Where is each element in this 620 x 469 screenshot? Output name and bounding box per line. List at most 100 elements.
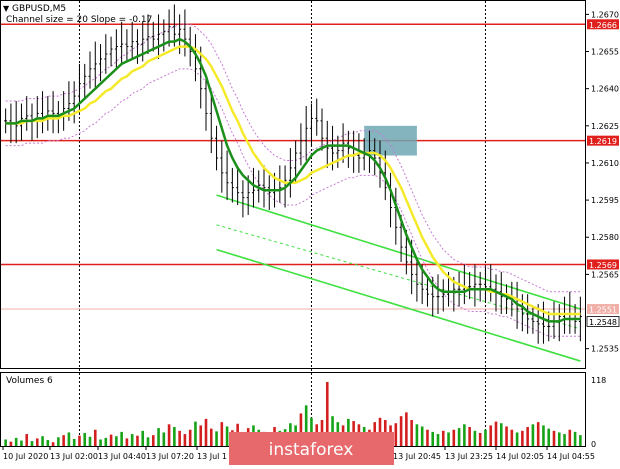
volume-bar-15	[83, 432, 87, 446]
volume-bar-38	[204, 418, 208, 446]
volume-bar-84	[447, 432, 450, 446]
volume-bar-18	[99, 439, 102, 446]
volume-bar-8	[46, 440, 50, 446]
volume-bar-1	[9, 441, 13, 446]
volume-bar-29	[157, 428, 160, 446]
volume-bar-76	[405, 412, 408, 446]
volume-tick-label-1: 0	[591, 440, 596, 449]
x-tick-label-5: 13 Jul 20:45	[393, 452, 441, 461]
volume-bar-42	[225, 426, 229, 446]
volume-bar-104	[552, 430, 556, 446]
volume-bar-98	[521, 430, 524, 446]
volume-bar-9	[51, 442, 55, 446]
volume-bar-2	[14, 437, 18, 446]
volume-bar-105	[557, 432, 561, 446]
volume-bar-97	[515, 432, 519, 446]
volume-bar-7	[41, 436, 44, 446]
volume-bar-41	[220, 422, 224, 446]
volume-bar-99	[526, 427, 529, 446]
volume-bar-25	[136, 435, 139, 446]
volume-bar-20	[109, 434, 113, 446]
volume-bar-81	[431, 431, 435, 446]
x-tick-label-2: 13 Jul 04:40	[98, 452, 146, 461]
y-tick-label-8: 1.2535	[591, 345, 619, 354]
x-tick-label-3: 13 Jul 07:20	[146, 452, 194, 461]
volume-bar-100	[531, 424, 535, 446]
volume-bar-13	[72, 438, 76, 446]
volume-bar-78	[415, 424, 419, 446]
chart-canvas: 1.2666 1.2619 1.2569 1.2670 1.2655 1.2640 1.26…	[0, 0, 620, 465]
y-tick-label-3: 1.2625	[591, 122, 619, 131]
indicator-label: Channel size = 20 Slope = -0.17	[6, 15, 152, 25]
x-tick-label-8: 14 Jul 04:55	[547, 452, 595, 461]
volume-bar-28	[151, 435, 155, 446]
volume-panel-label: Volumes 6	[6, 376, 53, 386]
volume-bar-6	[35, 438, 39, 446]
volume-bar-79	[420, 426, 424, 446]
volume-bar-102	[542, 425, 545, 446]
volume-bar-103	[547, 428, 551, 446]
volume-bar-27	[146, 437, 150, 446]
volume-bar-92	[489, 425, 493, 446]
volume-bar-35	[188, 429, 192, 446]
y-tick-label-2: 1.2640	[591, 85, 619, 94]
volume-bar-24	[130, 434, 134, 446]
volume-bar-82	[436, 434, 440, 446]
volume-bar-3	[20, 440, 23, 446]
volume-bar-101	[536, 422, 540, 446]
volume-bar-77	[410, 419, 413, 446]
volume-bar-39	[209, 428, 213, 446]
volume-bar-0	[4, 439, 7, 446]
volume-bar-17	[93, 429, 97, 446]
volume-bar-94	[499, 423, 503, 446]
y-tick-label-7: 1.2565	[591, 270, 619, 279]
volume-bar-34	[183, 434, 187, 446]
volume-bar-85	[452, 429, 456, 446]
y-tick-label-5: 1.2595	[591, 196, 619, 205]
volume-bar-26	[141, 430, 145, 446]
volume-bar-87	[463, 424, 466, 446]
volume-bar-23	[125, 438, 129, 446]
volume-bar-75	[399, 416, 403, 446]
symbol-label: GBPUSD,M5	[12, 4, 66, 14]
y-tick-label-6: 1.2580	[591, 233, 619, 242]
dropdown-arrow-icon[interactable]: ▼	[3, 4, 10, 13]
y-tick-label-0: 1.2670	[591, 10, 619, 19]
volume-bar-88	[468, 427, 471, 446]
volume-bar-37	[199, 425, 203, 446]
volume-bar-96	[510, 429, 514, 446]
volume-bar-74	[394, 423, 398, 446]
volume-tick-label-0: 118	[591, 376, 606, 385]
level-tag-label-2: 1.2569	[589, 261, 617, 270]
x-tick-label-7: 14 Jul 02:05	[496, 452, 544, 461]
volume-bar-4	[25, 434, 29, 446]
level-tag-label-0: 1.2666	[589, 21, 617, 30]
x-tick-label-4: 13 Jul 1	[197, 452, 227, 461]
x-tick-label-1: 13 Jul 02:00	[50, 452, 98, 461]
volume-bar-86	[457, 428, 461, 446]
volume-bar-107	[568, 429, 572, 446]
volume-bar-14	[78, 435, 81, 446]
volume-bar-22	[120, 431, 123, 446]
volume-bar-31	[167, 424, 171, 446]
volume-bar-30	[162, 432, 166, 446]
volume-bar-89	[473, 430, 477, 446]
price-marker-label: 1.2551	[589, 306, 617, 315]
volume-bar-95	[505, 426, 508, 446]
volume-bar-80	[426, 429, 429, 446]
watermark-text: instaforex	[269, 440, 354, 460]
volume-bar-16	[88, 436, 92, 446]
gbpusd-chart: 1.2666 1.2619 1.2569 1.2670 1.2655 1.2640 1.26…	[0, 0, 620, 465]
volume-bar-90	[478, 432, 482, 446]
watermark: instaforex	[229, 432, 394, 465]
volume-bar-83	[441, 430, 445, 446]
volume-bar-109	[579, 435, 582, 446]
volume-bar-33	[178, 430, 181, 446]
volume-bar-106	[563, 434, 566, 446]
volume-bar-5	[30, 441, 34, 446]
x-tick-label-0: 10 Jul 2020	[3, 452, 48, 461]
volume-bar-32	[173, 427, 176, 446]
volume-bar-19	[104, 437, 108, 446]
volume-bar-12	[67, 432, 71, 446]
volume-bar-91	[484, 429, 487, 446]
